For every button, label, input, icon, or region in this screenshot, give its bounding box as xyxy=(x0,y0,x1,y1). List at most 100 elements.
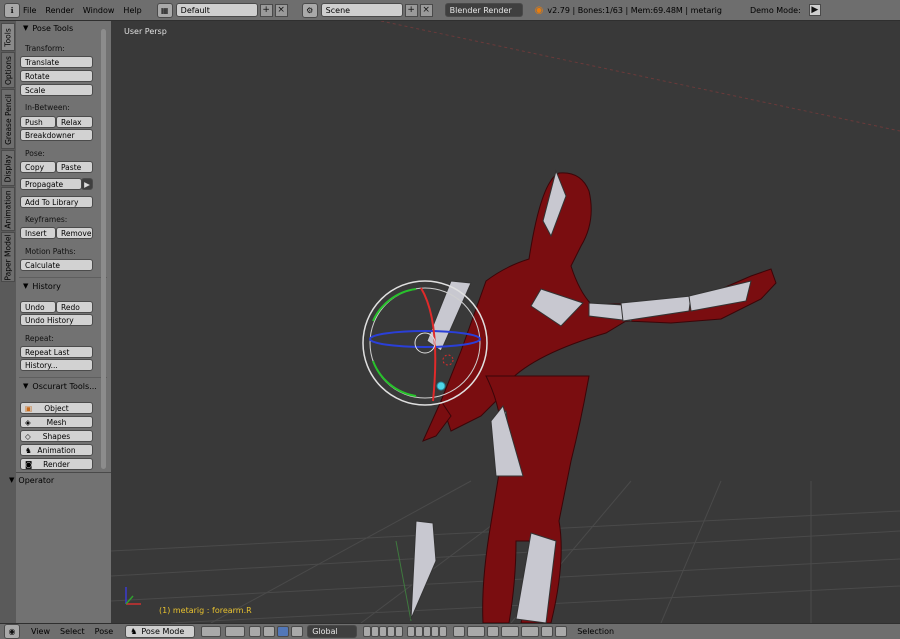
layer-button[interactable] xyxy=(363,626,372,637)
layer-button[interactable] xyxy=(407,626,416,637)
mode-select[interactable]: ♞ Pose Mode xyxy=(125,625,196,638)
paste-pose-icon[interactable] xyxy=(555,626,568,637)
mesh-button[interactable]: ◈ Mesh xyxy=(20,416,93,428)
menu-render[interactable]: Render xyxy=(45,6,73,15)
redo-button[interactable]: Redo xyxy=(56,301,93,313)
pivot-point-icon[interactable] xyxy=(225,626,246,637)
menu-view[interactable]: View xyxy=(31,627,50,636)
propagate-arrow-icon[interactable]: ▶ xyxy=(81,178,93,190)
scale-button[interactable]: Scale xyxy=(20,84,93,96)
undo-button[interactable]: Undo xyxy=(20,301,56,313)
demo-mode-label: Demo Mode: xyxy=(749,5,801,15)
in-between-label: In-Between: xyxy=(25,103,70,112)
layer-button[interactable] xyxy=(395,626,404,637)
screen-layout-field[interactable]: Default xyxy=(175,3,258,17)
menu-window[interactable]: Window xyxy=(83,6,115,15)
expand-triangle-icon: ▼ xyxy=(9,476,15,484)
remove-screen-icon[interactable]: × xyxy=(274,3,288,17)
operator-header[interactable]: ▼ Operator xyxy=(2,473,112,487)
undo-history-button[interactable]: Undo History xyxy=(20,314,93,326)
layer-button[interactable] xyxy=(379,626,388,637)
layer-button[interactable] xyxy=(387,626,396,637)
breakdowner-button[interactable]: Breakdowner xyxy=(20,129,93,141)
paste-button[interactable]: Paste xyxy=(56,161,93,173)
proportional-edit-icon[interactable] xyxy=(467,626,486,637)
snap-target-icon[interactable] xyxy=(521,626,540,637)
add-screen-icon[interactable]: + xyxy=(259,3,273,17)
divider xyxy=(19,377,107,378)
rotation-manipulator[interactable] xyxy=(362,280,488,406)
auto-key-icon[interactable] xyxy=(487,626,500,637)
play-icon[interactable]: ▶ xyxy=(808,4,821,16)
copy-button[interactable]: Copy xyxy=(20,161,56,173)
tab-animation[interactable]: Animation xyxy=(1,187,15,231)
view-axis-icon xyxy=(125,587,141,605)
active-bone-status: (1) metarig : forearm.R xyxy=(159,606,252,615)
tab-options[interactable]: Options xyxy=(1,52,15,88)
menu-file[interactable]: File xyxy=(23,6,36,15)
rotate-manipulator-icon[interactable] xyxy=(277,626,290,637)
pose-tools-header[interactable]: ▼ Pose Tools xyxy=(16,21,111,35)
expand-triangle-icon: ▼ xyxy=(23,282,29,290)
remove-scene-icon[interactable]: × xyxy=(419,3,433,17)
repeat-last-button[interactable]: Repeat Last xyxy=(20,346,93,358)
render-engine-select[interactable]: Blender Render xyxy=(444,3,523,17)
tab-tools[interactable]: Tools xyxy=(1,23,15,51)
rotate-button[interactable]: Rotate xyxy=(20,70,93,82)
layer-button[interactable] xyxy=(371,626,380,637)
panel-scrollbar[interactable] xyxy=(101,29,106,469)
pose-label: Pose: xyxy=(25,149,45,158)
menu-pose[interactable]: Pose xyxy=(95,627,114,636)
propagate-button[interactable]: Propagate xyxy=(20,178,82,190)
push-button[interactable]: Push xyxy=(20,116,56,128)
scene-canvas xyxy=(111,21,900,623)
render-button[interactable]: ◙ Render xyxy=(20,458,93,470)
relax-button[interactable]: Relax xyxy=(56,116,93,128)
stats-text: v2.79 | Bones:1/63 | Mem:69.48M | metari… xyxy=(547,5,722,15)
3d-viewport[interactable]: User Persp (1) metarig: forearm.R xyxy=(111,21,900,623)
translate-button[interactable]: Translate xyxy=(20,56,93,68)
history-header[interactable]: ▼ History xyxy=(16,279,111,293)
history-button[interactable]: History... xyxy=(20,359,93,371)
object-button[interactable]: ▣ Object xyxy=(20,402,93,414)
orientation-select[interactable]: Global xyxy=(307,625,358,638)
scene-field[interactable]: Scene xyxy=(320,3,403,17)
snap-icon[interactable] xyxy=(501,626,520,637)
calculate-button[interactable]: Calculate xyxy=(20,259,93,271)
menu-help[interactable]: Help xyxy=(123,6,141,15)
shapes-button[interactable]: ◇ Shapes xyxy=(20,430,93,442)
remove-button[interactable]: Remove xyxy=(56,227,93,239)
insert-button[interactable]: Insert xyxy=(20,227,56,239)
screen-layout-icon[interactable]: ▦ xyxy=(156,2,173,18)
scale-manipulator-icon[interactable] xyxy=(291,626,304,637)
layer-button[interactable] xyxy=(423,626,432,637)
tool-shelf-panel: ▼ Pose Tools Transform: Translate Rotate … xyxy=(9,21,111,623)
object-icon: ▣ xyxy=(25,403,33,413)
add-to-library-button[interactable]: Add To Library xyxy=(20,196,93,208)
tab-display[interactable]: Display xyxy=(1,150,15,186)
expand-triangle-icon: ▼ xyxy=(23,382,29,390)
editor-type-icon[interactable]: ◉ xyxy=(4,624,20,639)
add-scene-icon[interactable]: + xyxy=(404,3,418,17)
menu-select[interactable]: Select xyxy=(60,627,85,636)
tool-shelf-tabs: Tools Options Grease Pencil Display Anim… xyxy=(0,21,17,623)
layer-button[interactable] xyxy=(439,626,448,637)
scene-icon[interactable]: ⚙ xyxy=(301,2,318,18)
copy-pose-icon[interactable] xyxy=(541,626,554,637)
camera-icon: ◙ xyxy=(25,459,33,469)
tab-grease-pencil[interactable]: Grease Pencil xyxy=(1,89,15,149)
animation-button[interactable]: ♞ Animation xyxy=(20,444,93,456)
layer-button[interactable] xyxy=(415,626,424,637)
repeat-label: Repeat: xyxy=(25,334,54,343)
lock-icon[interactable] xyxy=(453,626,466,637)
selection-label: Selection xyxy=(577,627,615,636)
manipulator-toggle-icon[interactable] xyxy=(249,626,262,637)
translate-manipulator-icon[interactable] xyxy=(263,626,276,637)
oscurart-tools-header[interactable]: ▼ Oscurart Tools... xyxy=(16,379,111,393)
viewport-shading-icon[interactable] xyxy=(201,626,222,637)
x-axis-line xyxy=(380,21,900,132)
layer-button[interactable] xyxy=(431,626,440,637)
editor-type-icon[interactable]: ℹ xyxy=(4,2,20,18)
3d-view-header: ◉ View Select Pose ♞ Pose Mode Global Sel… xyxy=(0,623,900,639)
tab-paper-model[interactable]: Paper Model xyxy=(1,232,15,282)
